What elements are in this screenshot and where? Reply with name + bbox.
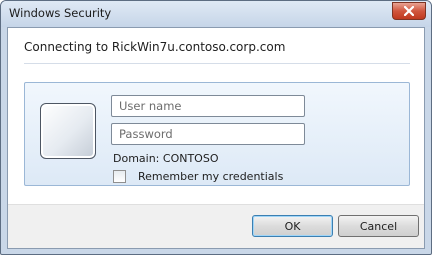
button-bar: OK Cancel bbox=[8, 204, 424, 248]
close-button[interactable] bbox=[392, 2, 426, 20]
remember-credentials[interactable]: Remember my credentials bbox=[113, 168, 283, 184]
dialog-body: Connecting to RickWin7u.contoso.corp.com… bbox=[7, 27, 425, 249]
window-title: Windows Security bbox=[9, 6, 112, 20]
user-tile-icon bbox=[40, 103, 96, 159]
password-input[interactable] bbox=[111, 123, 305, 145]
remember-label: Remember my credentials bbox=[138, 169, 284, 183]
header-separator bbox=[24, 63, 410, 64]
credential-panel: Domain: CONTOSO Remember my credentials bbox=[24, 82, 410, 186]
ok-button[interactable]: OK bbox=[252, 215, 333, 237]
domain-label: Domain: CONTOSO bbox=[113, 152, 219, 165]
windows-security-dialog: Windows Security Connecting to RickWin7u… bbox=[0, 0, 432, 255]
connecting-text: Connecting to RickWin7u.contoso.corp.com bbox=[24, 40, 286, 54]
close-icon bbox=[404, 6, 414, 16]
username-input[interactable] bbox=[111, 95, 305, 117]
remember-checkbox[interactable] bbox=[113, 169, 126, 183]
title-bar[interactable]: Windows Security bbox=[1, 1, 431, 27]
cancel-button[interactable]: Cancel bbox=[338, 215, 419, 237]
